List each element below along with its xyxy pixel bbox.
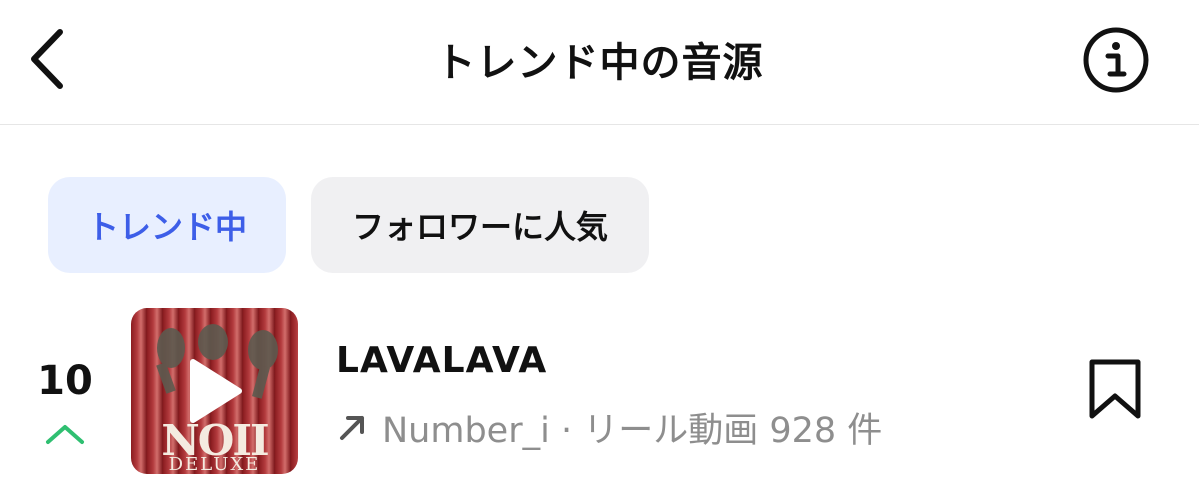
song-meta-text: Number_i · リール動画 928 件 (382, 411, 883, 451)
rank-number: 10 (37, 358, 93, 404)
rank-up-icon (46, 425, 84, 444)
song-title: LAVALAVA (336, 340, 548, 381)
top-header: トレンド中の音源 (0, 0, 1199, 125)
play-icon (190, 359, 242, 423)
bookmark-icon[interactable] (1086, 358, 1144, 420)
album-cover[interactable]: NOII DELUXE (131, 308, 298, 474)
tab-popular-with-followers[interactable]: フォロワーに人気 (311, 177, 649, 273)
info-button[interactable] (1080, 24, 1152, 96)
song-meta: Number_i · リール動画 928 件 (336, 402, 882, 453)
info-circle-icon (1083, 27, 1149, 93)
page-title: トレンド中の音源 (435, 40, 764, 86)
filter-tabs: トレンド中 フォロワーに人気 (48, 177, 649, 273)
tab-trending[interactable]: トレンド中 (48, 177, 286, 273)
cover-subtitle-text: DELUXE (168, 454, 261, 474)
list-item[interactable]: 10 NOII DELUXE LAVALAVA Number_i · リール動画… (0, 300, 1199, 490)
trending-arrow-icon (340, 415, 364, 440)
